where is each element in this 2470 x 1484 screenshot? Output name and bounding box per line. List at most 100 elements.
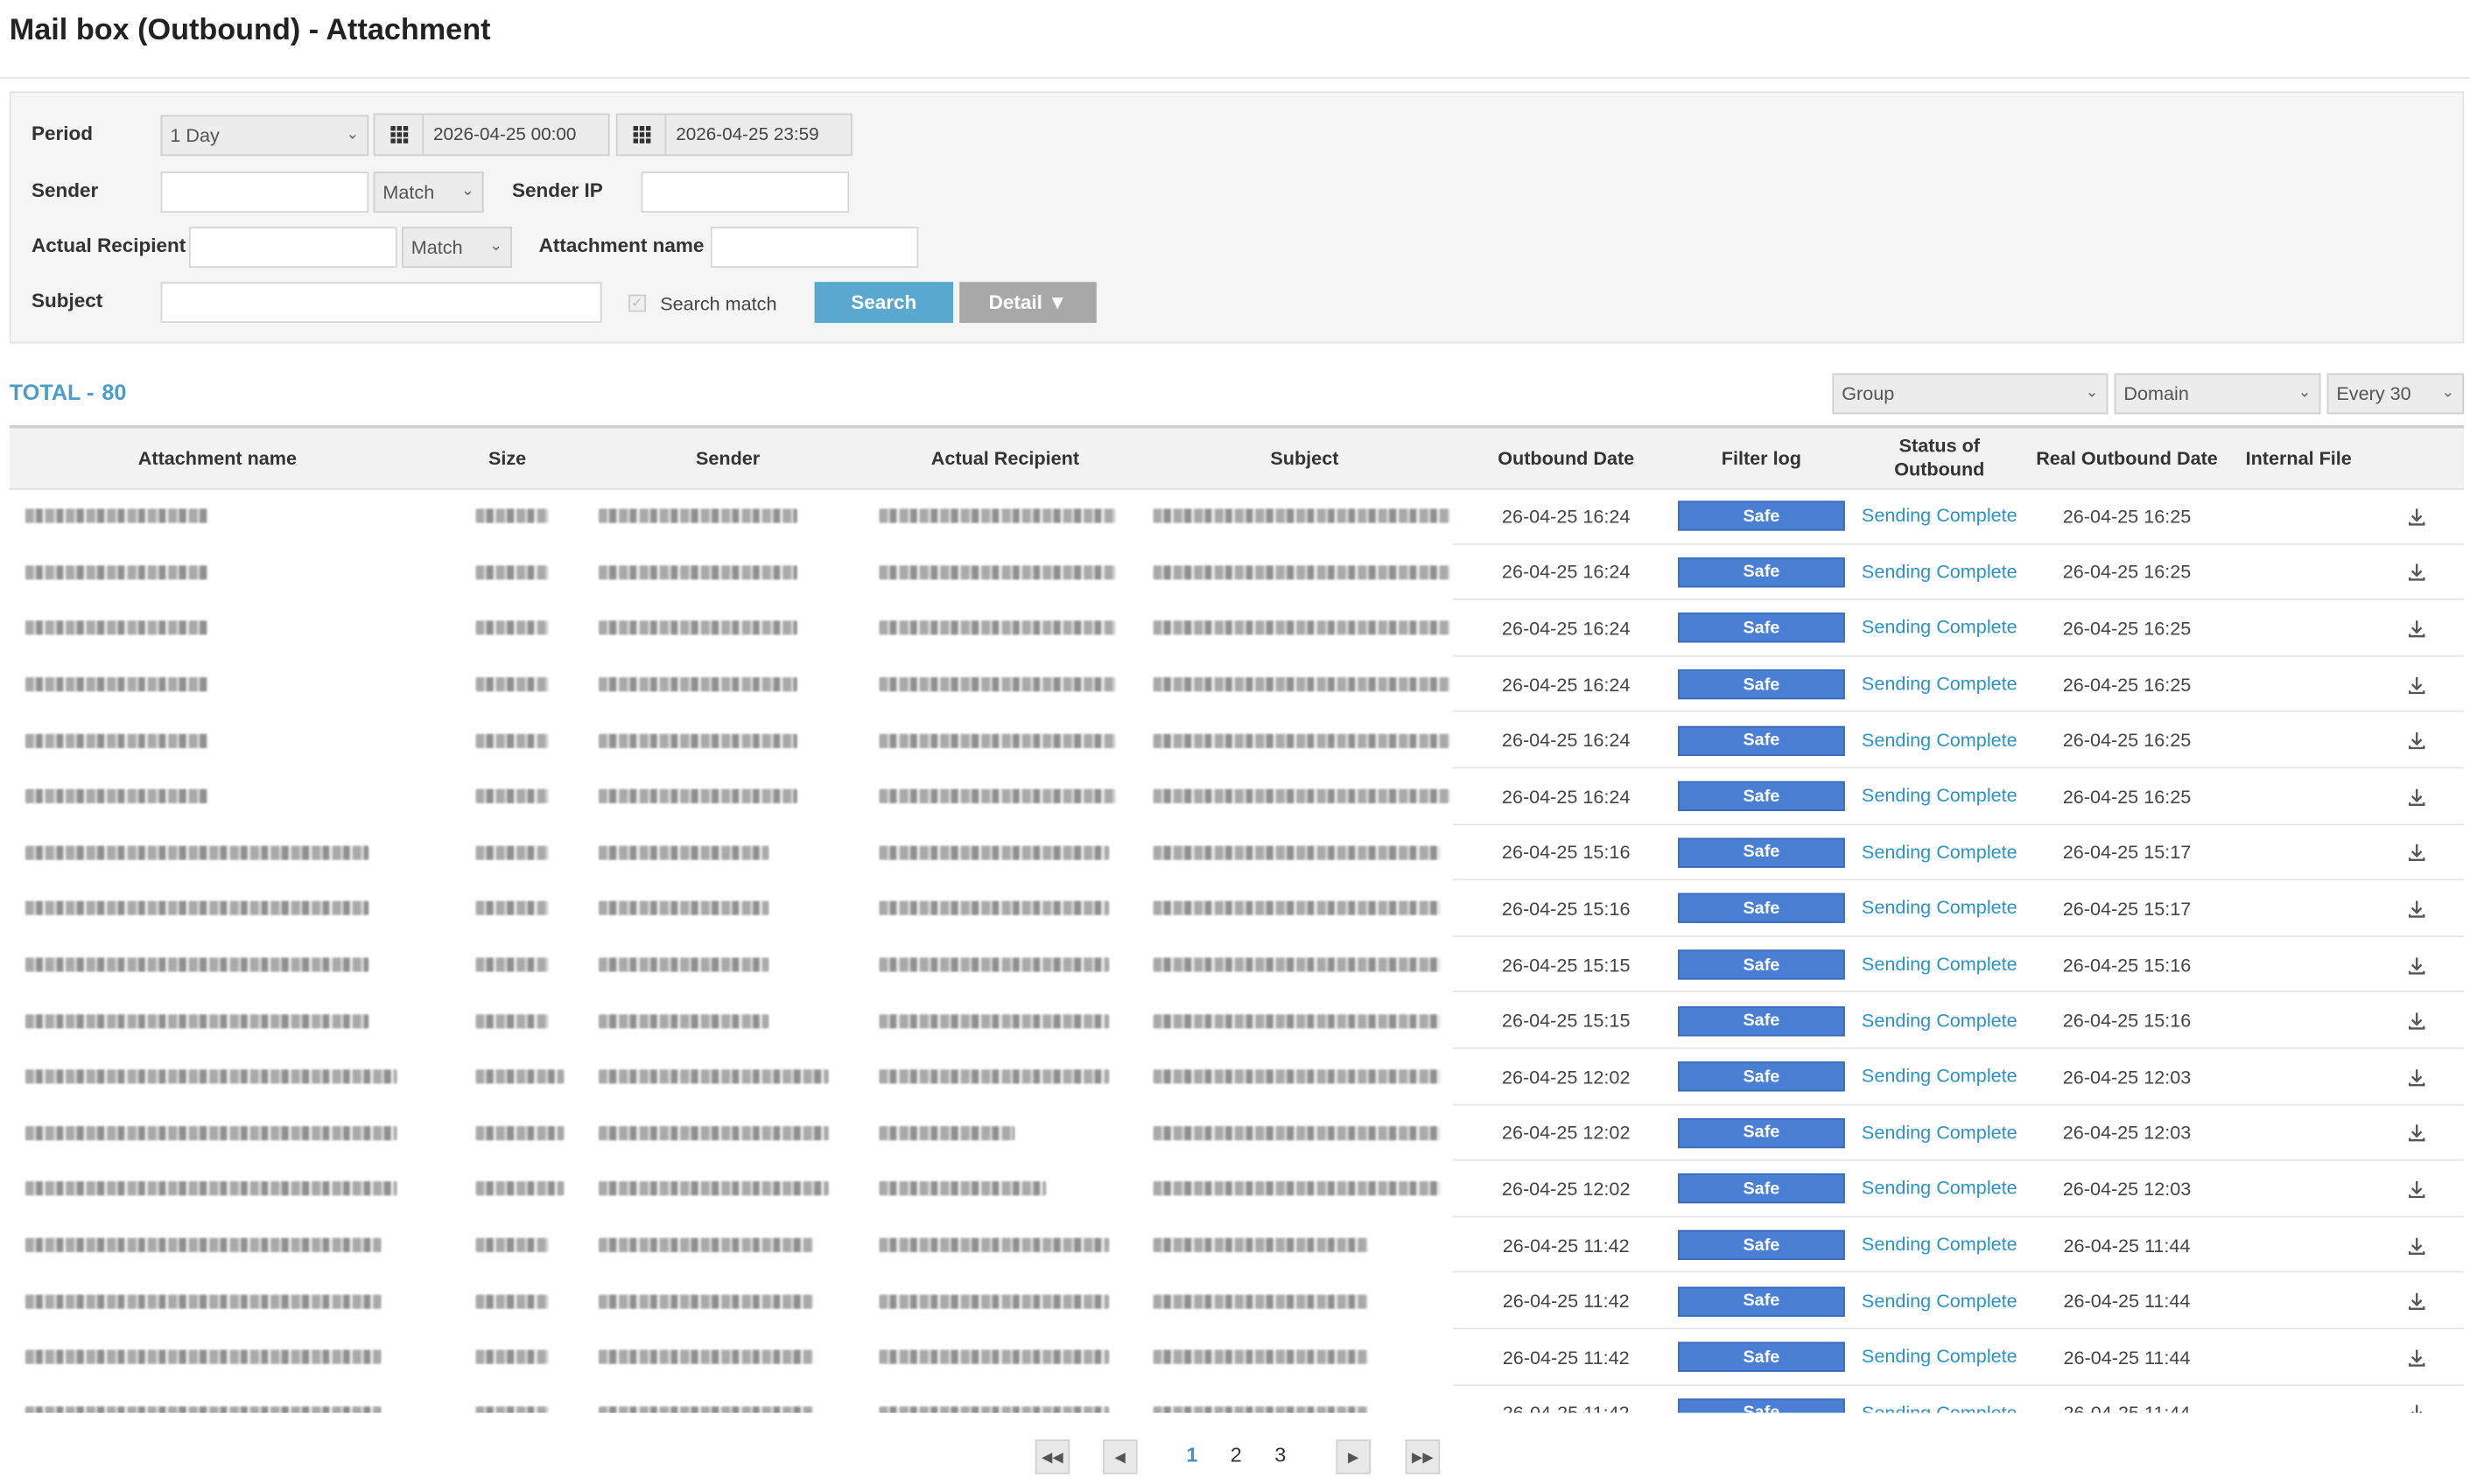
sender-input[interactable] bbox=[160, 172, 369, 213]
status-link[interactable]: Sending Complete bbox=[1856, 1120, 2023, 1147]
safe-badge[interactable]: Safe bbox=[1678, 781, 1845, 812]
download-icon[interactable] bbox=[2404, 1329, 2430, 1385]
status-link[interactable]: Sending Complete bbox=[1856, 1288, 2023, 1315]
table-row[interactable]: 26-04-25 15:15 Safe Sending Complete 26-04-… bbox=[10, 937, 2465, 993]
table-row[interactable]: 26-04-25 16:24 Safe Sending Complete 26-04-… bbox=[10, 656, 2465, 713]
status-link[interactable]: Sending Complete bbox=[1856, 895, 2023, 922]
recipient-input[interactable] bbox=[189, 227, 397, 268]
download-icon[interactable] bbox=[2404, 993, 2430, 1049]
status-link[interactable]: Sending Complete bbox=[1856, 615, 2023, 642]
table-row[interactable]: 26-04-25 16:24 Safe Sending Complete 26-04-… bbox=[10, 488, 2465, 545]
safe-badge[interactable]: Safe bbox=[1678, 1229, 1845, 1261]
col-size[interactable]: Size bbox=[457, 429, 558, 488]
download-icon[interactable] bbox=[2404, 656, 2430, 712]
col-attachment-name[interactable]: Attachment name bbox=[10, 429, 425, 488]
table-row[interactable]: 26-04-25 15:16 Safe Sending Complete 26-04-… bbox=[10, 824, 2465, 881]
safe-badge[interactable]: Safe bbox=[1678, 1286, 1845, 1317]
download-icon[interactable] bbox=[2404, 768, 2430, 824]
safe-badge[interactable]: Safe bbox=[1678, 725, 1845, 756]
calendar-icon[interactable] bbox=[375, 115, 425, 155]
table-row[interactable]: 26-04-25 15:16 Safe Sending Complete 26-04-… bbox=[10, 881, 2465, 937]
download-icon[interactable] bbox=[2404, 1049, 2430, 1105]
subject-input[interactable] bbox=[160, 282, 602, 323]
table-row[interactable]: 26-04-25 16:24 Safe Sending Complete 26-04-… bbox=[10, 712, 2465, 769]
status-link[interactable]: Sending Complete bbox=[1856, 559, 2023, 586]
safe-badge[interactable]: Safe bbox=[1678, 1173, 1845, 1205]
calendar-icon[interactable] bbox=[618, 115, 667, 155]
table-row[interactable]: 26-04-25 12:02 Safe Sending Complete 26-04-… bbox=[10, 1161, 2465, 1218]
table-row[interactable]: 26-04-25 11:42 Safe Sending Complete 26-04-… bbox=[10, 1385, 2464, 1413]
sender-match-select[interactable]: Match ⌄ bbox=[373, 172, 484, 213]
page-size-select[interactable]: Every 30 ⌄ bbox=[2326, 373, 2465, 415]
detail-button[interactable]: Detail ▼ bbox=[959, 282, 1097, 323]
download-icon[interactable] bbox=[2404, 600, 2430, 656]
col-status-of-outbound[interactable]: Status of Outbound bbox=[1856, 429, 2023, 488]
download-icon[interactable] bbox=[2404, 1273, 2430, 1329]
safe-badge[interactable]: Safe bbox=[1678, 669, 1845, 700]
status-link[interactable]: Sending Complete bbox=[1856, 1400, 2023, 1413]
prev-page-button[interactable]: ◀ bbox=[1103, 1439, 1138, 1474]
sender-ip-input[interactable] bbox=[641, 172, 850, 213]
table-row[interactable]: 26-04-25 11:42 Safe Sending Complete 26-04-… bbox=[10, 1273, 2465, 1330]
domain-select[interactable]: Domain ⌄ bbox=[2114, 373, 2321, 415]
safe-badge[interactable]: Safe bbox=[1678, 837, 1845, 868]
status-link[interactable]: Sending Complete bbox=[1856, 727, 2023, 754]
safe-badge[interactable]: Safe bbox=[1678, 893, 1845, 924]
page-link-2[interactable]: 2 bbox=[1231, 1443, 1242, 1466]
safe-badge[interactable]: Safe bbox=[1678, 1398, 1845, 1413]
download-icon[interactable] bbox=[2404, 1217, 2430, 1273]
download-icon[interactable] bbox=[2404, 1385, 2430, 1413]
safe-badge[interactable]: Safe bbox=[1678, 1342, 1845, 1373]
col-filter-log[interactable]: Filter log bbox=[1676, 429, 1846, 488]
status-link[interactable]: Sending Complete bbox=[1856, 951, 2023, 978]
status-link[interactable]: Sending Complete bbox=[1856, 1232, 2023, 1259]
table-row[interactable]: 26-04-25 16:24 Safe Sending Complete 26-04-… bbox=[10, 600, 2465, 657]
download-icon[interactable] bbox=[2404, 1105, 2430, 1161]
group-select[interactable]: Group ⌄ bbox=[1832, 373, 2109, 415]
download-icon[interactable] bbox=[2404, 488, 2430, 544]
safe-badge[interactable]: Safe bbox=[1678, 1117, 1845, 1149]
table-row[interactable]: 26-04-25 15:15 Safe Sending Complete 26-04-… bbox=[10, 993, 2465, 1049]
download-icon[interactable] bbox=[2404, 1161, 2430, 1217]
search-match-checkbox[interactable]: ✓ bbox=[628, 294, 646, 312]
safe-badge[interactable]: Safe bbox=[1678, 949, 1845, 980]
col-actual-recipient[interactable]: Actual Recipient bbox=[870, 429, 1141, 488]
attachment-name-input[interactable] bbox=[710, 227, 919, 268]
status-link[interactable]: Sending Complete bbox=[1856, 1176, 2023, 1203]
safe-badge[interactable]: Safe bbox=[1678, 500, 1845, 532]
table-row[interactable]: 26-04-25 11:42 Safe Sending Complete 26-04-… bbox=[10, 1217, 2465, 1274]
col-outbound-date[interactable]: Outbound Date bbox=[1475, 429, 1658, 488]
status-link[interactable]: Sending Complete bbox=[1856, 1007, 2023, 1034]
safe-badge[interactable]: Safe bbox=[1678, 1005, 1845, 1036]
download-icon[interactable] bbox=[2404, 712, 2430, 768]
status-link[interactable]: Sending Complete bbox=[1856, 1344, 2023, 1371]
table-row[interactable]: 26-04-25 12:02 Safe Sending Complete 26-04-… bbox=[10, 1049, 2465, 1105]
status-link[interactable]: Sending Complete bbox=[1856, 783, 2023, 810]
table-row[interactable]: 26-04-25 11:42 Safe Sending Complete 26-04-… bbox=[10, 1329, 2465, 1386]
period-select[interactable]: 1 Day ⌄ bbox=[160, 115, 369, 157]
download-icon[interactable] bbox=[2404, 824, 2430, 880]
end-date-picker[interactable]: 2026-04-25 23:59 bbox=[615, 113, 853, 157]
first-page-button[interactable]: ◀◀ bbox=[1035, 1439, 1070, 1474]
download-icon[interactable] bbox=[2404, 544, 2430, 600]
status-link[interactable]: Sending Complete bbox=[1856, 671, 2023, 698]
next-page-button[interactable]: ▶ bbox=[1336, 1439, 1371, 1474]
status-link[interactable]: Sending Complete bbox=[1856, 503, 2023, 530]
status-link[interactable]: Sending Complete bbox=[1856, 1064, 2023, 1091]
table-row[interactable]: 26-04-25 16:24 Safe Sending Complete 26-04-… bbox=[10, 544, 2465, 601]
col-internal-file[interactable]: Internal File bbox=[2231, 429, 2367, 488]
col-subject[interactable]: Subject bbox=[1147, 429, 1462, 488]
download-icon[interactable] bbox=[2404, 881, 2430, 937]
safe-badge[interactable]: Safe bbox=[1678, 557, 1845, 588]
recipient-match-select[interactable]: Match ⌄ bbox=[402, 227, 512, 268]
safe-badge[interactable]: Safe bbox=[1678, 613, 1845, 644]
last-page-button[interactable]: ▶▶ bbox=[1405, 1439, 1441, 1474]
col-sender[interactable]: Sender bbox=[593, 429, 864, 488]
download-icon[interactable] bbox=[2404, 937, 2430, 993]
search-button[interactable]: Search bbox=[814, 282, 953, 323]
page-link-1[interactable]: 1 bbox=[1186, 1443, 1197, 1466]
safe-badge[interactable]: Safe bbox=[1678, 1061, 1845, 1092]
table-row[interactable]: 26-04-25 16:24 Safe Sending Complete 26-04-… bbox=[10, 768, 2465, 825]
status-link[interactable]: Sending Complete bbox=[1856, 839, 2023, 866]
col-real-outbound-date[interactable]: Real Outbound Date bbox=[2029, 429, 2224, 488]
